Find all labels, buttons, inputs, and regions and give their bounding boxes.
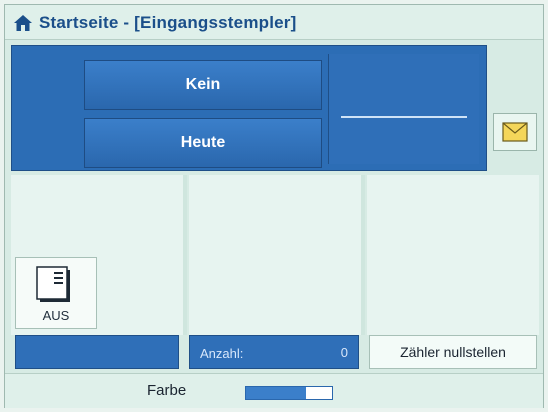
document-icon: [36, 266, 70, 302]
mail-icon: [502, 122, 528, 142]
column-divider: [183, 175, 187, 335]
color-level-fill: [246, 387, 307, 399]
aus-label: AUS: [42, 308, 70, 323]
anzahl-field[interactable]: Anzahl: 0: [189, 335, 359, 369]
farbe-label: Farbe: [147, 382, 187, 399]
preview-divider: [341, 116, 467, 118]
slot-right: [367, 175, 539, 335]
home-icon[interactable]: [13, 14, 33, 32]
color-level-bar: Farbe: [5, 373, 543, 408]
anzahl-value: 0: [340, 345, 348, 360]
blank-field[interactable]: [15, 335, 179, 369]
anzahl-label: Anzahl:: [200, 346, 244, 361]
stamp-preview-area[interactable]: [328, 54, 479, 164]
window-title: Startseite - [Eingangsstempler]: [39, 13, 297, 32]
title-bar: Startseite - [Eingangsstempler]: [5, 5, 543, 40]
mail-button[interactable]: [493, 113, 537, 151]
slot-middle: [189, 175, 361, 335]
reset-counter-button[interactable]: Zähler nullstellen: [369, 335, 537, 369]
app-frame: Startseite - [Eingangsstempler] Kein Heu…: [4, 4, 544, 408]
aus-button[interactable]: AUS: [15, 257, 97, 329]
stamp-settings-panel: Kein Heute: [11, 45, 487, 171]
kein-button[interactable]: Kein: [84, 60, 322, 110]
heute-button[interactable]: Heute: [84, 118, 322, 168]
color-level-meter[interactable]: [245, 386, 333, 400]
column-divider: [361, 175, 365, 335]
